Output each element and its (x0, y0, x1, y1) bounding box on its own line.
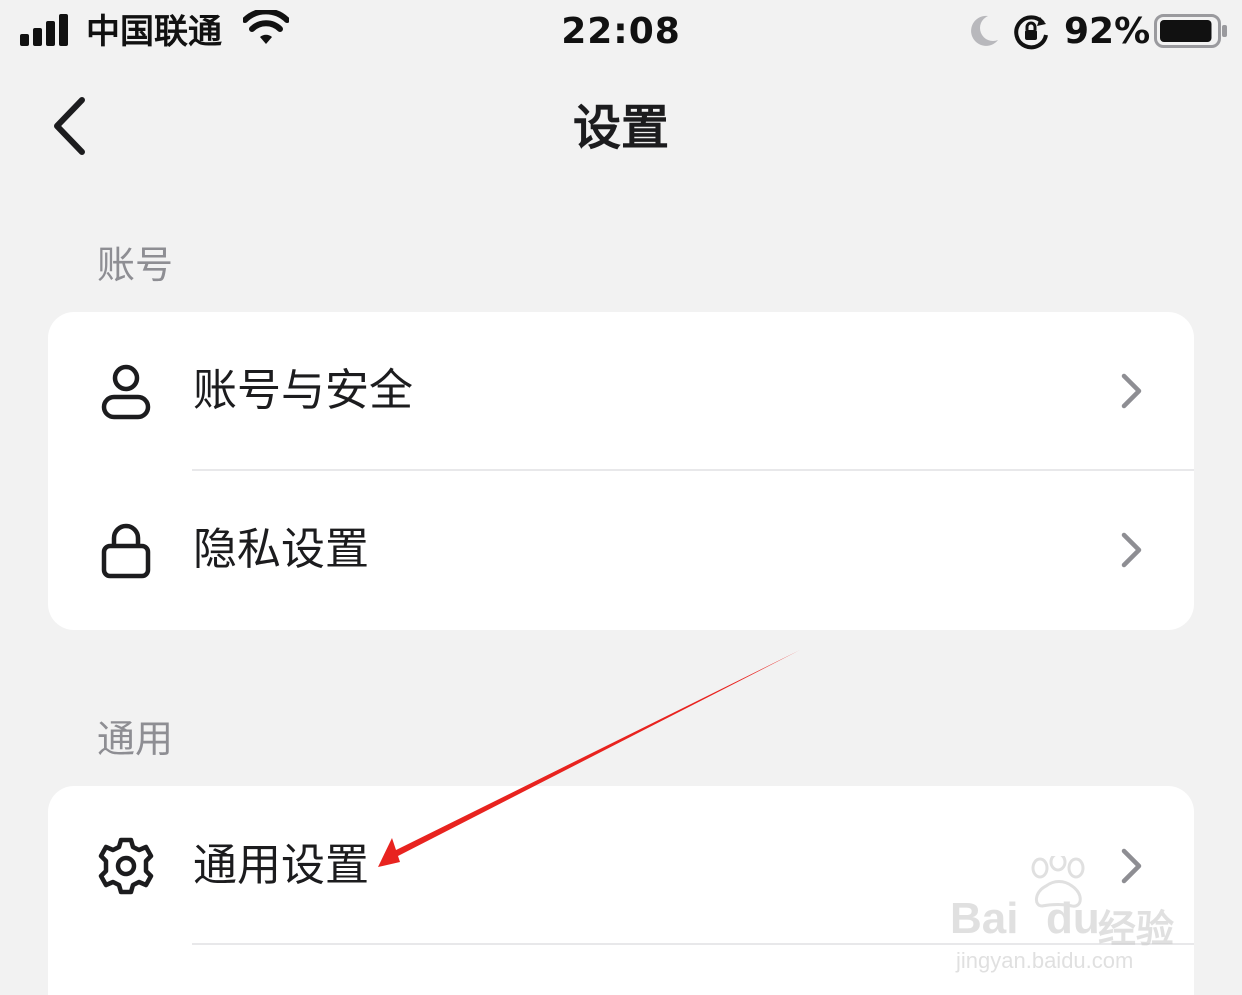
gear-icon (98, 837, 154, 895)
watermark-url: jingyan.baidu.com (956, 948, 1134, 973)
settings-row-account-security[interactable]: 账号与安全 (48, 312, 1194, 470)
baidu-watermark: Bai du 经验 jingyan.baidu.com (950, 856, 1190, 976)
account-card: 账号与安全 隐私设置 (48, 312, 1194, 630)
battery-icon (1154, 14, 1227, 48)
chevron-right-icon (1121, 532, 1142, 568)
rotation-lock-icon (1014, 15, 1048, 50)
status-time: 22:08 (561, 11, 681, 52)
page-title: 设置 (572, 100, 669, 156)
moon-icon (971, 15, 998, 46)
battery-percent: 92% (1064, 11, 1151, 52)
settings-screen: 中国联通 22:08 92% 设置 账号 账号与安全 隐私设置 通用 通用设置 … (0, 0, 1242, 995)
section-header-general: 通用 (97, 717, 174, 761)
watermark-brand-left: Bai (950, 894, 1019, 943)
row-label: 隐私设置 (193, 524, 369, 575)
watermark-brand-cn: 经验 (1098, 909, 1175, 951)
row-label: 账号与安全 (193, 365, 413, 416)
lock-icon (101, 523, 151, 579)
user-icon (101, 364, 151, 420)
chevron-right-icon (1121, 373, 1142, 409)
watermark-brand-right: du (1046, 894, 1100, 943)
status-bar: 中国联通 22:08 92% (0, 0, 1242, 64)
settings-row-privacy[interactable]: 隐私设置 (48, 471, 1194, 629)
section-header-account: 账号 (97, 243, 174, 287)
row-label: 通用设置 (193, 840, 369, 891)
